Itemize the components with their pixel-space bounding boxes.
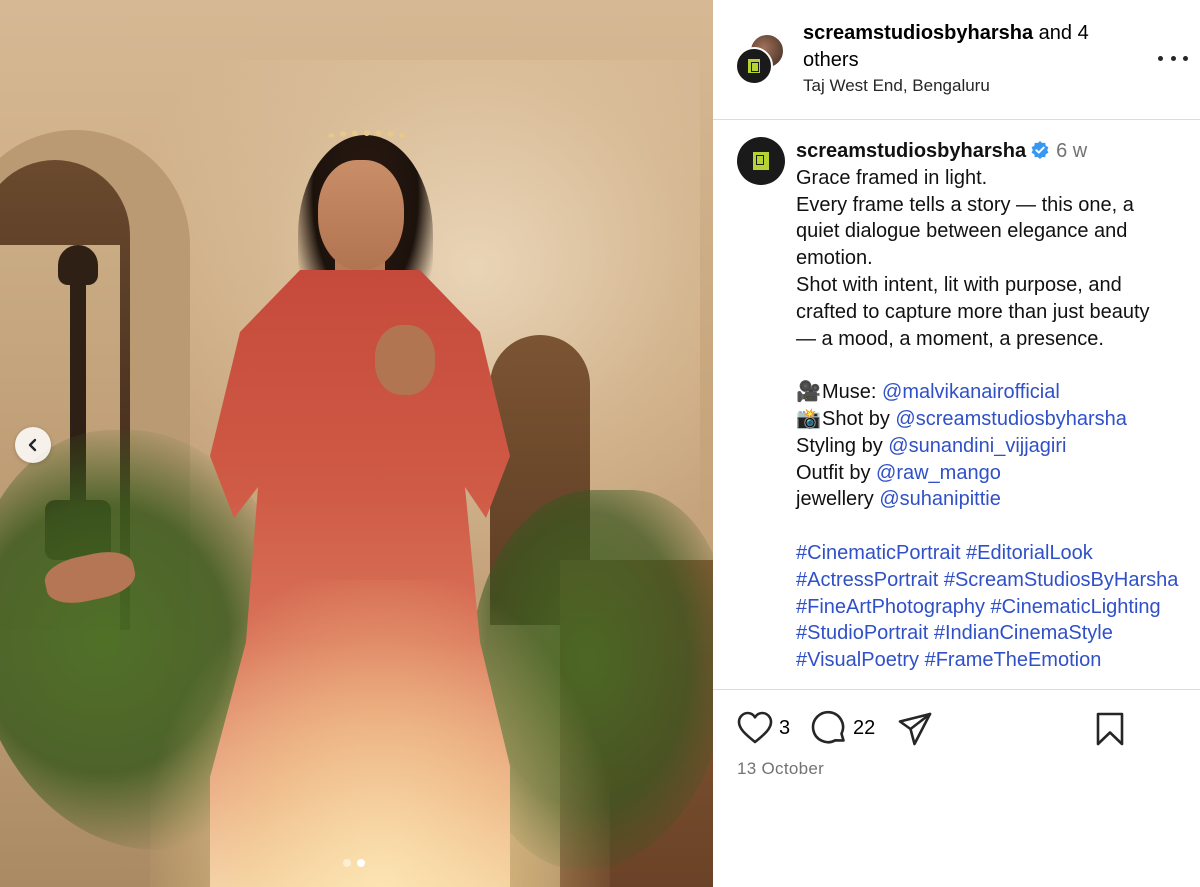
post-photo (0, 0, 713, 887)
bookmark-icon (1096, 712, 1124, 746)
post-side-panel: screamstudiosbyharsha and 4 others Taj W… (713, 0, 1200, 887)
carousel-prev-button[interactable] (15, 427, 51, 463)
more-horizontal-icon (1158, 55, 1163, 61)
photo-hand (375, 325, 435, 395)
studio-logo-icon (746, 57, 762, 75)
location-link[interactable]: Taj West End, Bengaluru (803, 76, 990, 96)
share-icon (898, 712, 932, 746)
author-link[interactable]: screamstudiosbyharsha (803, 22, 1033, 44)
caption-divider (713, 120, 1200, 690)
post-authors: screamstudiosbyharsha and 4 others (803, 20, 1103, 74)
photo-light-rays (150, 580, 610, 887)
collab-avatars[interactable] (735, 33, 787, 85)
post-date[interactable]: 13 October (737, 759, 824, 779)
comment-icon (811, 710, 845, 744)
save-button[interactable] (1095, 712, 1125, 746)
avatar (735, 47, 773, 85)
comment-button[interactable]: 22 (811, 710, 875, 746)
more-options-button[interactable] (1158, 46, 1188, 70)
photo-tiara (322, 130, 412, 148)
comment-count[interactable]: 22 (853, 717, 875, 740)
carousel-indicator (343, 859, 365, 867)
more-horizontal-icon-dot (1183, 55, 1188, 61)
share-button[interactable] (897, 711, 933, 747)
more-horizontal-icon-dot (1170, 55, 1176, 61)
carousel-dot (343, 859, 351, 867)
like-button[interactable]: 3 (737, 711, 790, 745)
carousel-dot-active (357, 859, 365, 867)
chevron-left-icon (28, 438, 37, 452)
post-header: screamstudiosbyharsha and 4 others Taj W… (713, 0, 1200, 120)
like-count[interactable]: 3 (779, 717, 790, 740)
photo-face (318, 160, 404, 270)
heart-icon (737, 711, 773, 744)
